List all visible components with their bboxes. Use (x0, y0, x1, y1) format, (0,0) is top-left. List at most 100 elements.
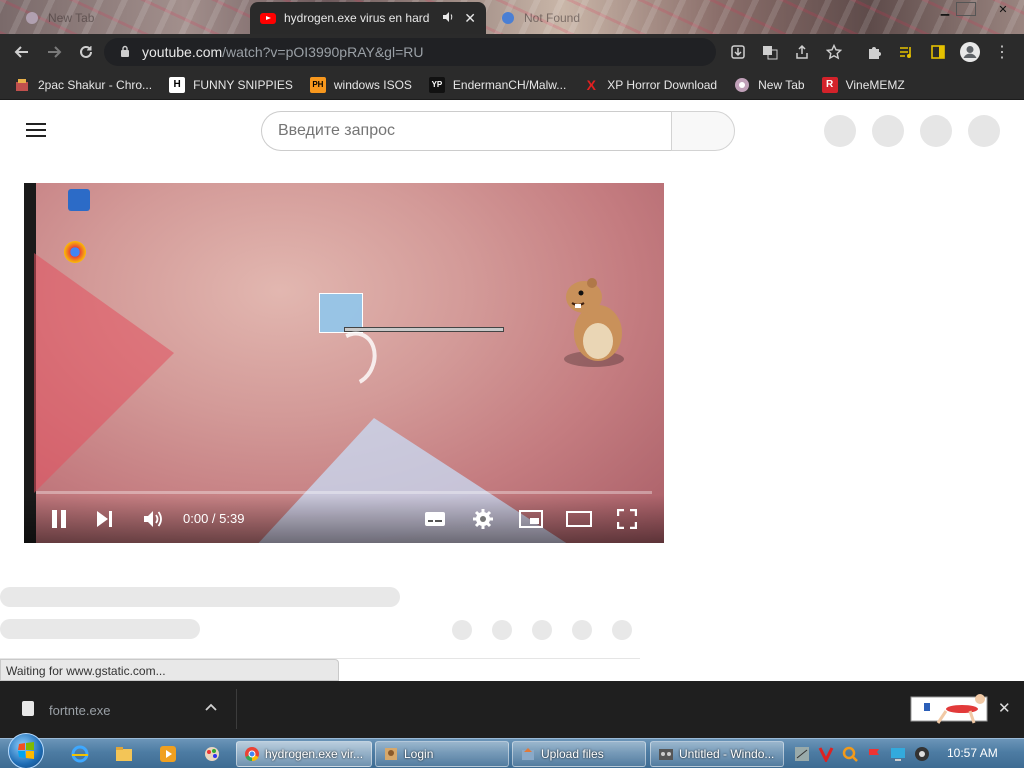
side-panel-icon[interactable] (926, 40, 950, 64)
taskbar-item-movie-maker[interactable]: Untitled - Windo... (650, 741, 784, 767)
download-shelf: fortnte.exe ✕ (0, 681, 1024, 738)
bookmark-item[interactable]: X XP Horror Download (583, 76, 718, 93)
bookmark-item[interactable]: R VineMEMZ (821, 76, 905, 93)
tab-title: Not Found (524, 11, 581, 25)
bookmark-item[interactable]: 2pac Shakur - Chro... (14, 77, 152, 93)
video-time: 0:00 / 5:39 (183, 511, 245, 526)
taskbar-item-upload[interactable]: Upload files (512, 741, 646, 767)
bookmark-item[interactable]: H FUNNY SNIPPIES (169, 76, 293, 93)
start-button[interactable] (8, 733, 44, 768)
folder-icon[interactable] (114, 744, 134, 764)
theater-mode-icon[interactable] (566, 507, 592, 531)
volume-icon[interactable] (140, 507, 166, 531)
hamburger-menu-icon[interactable] (26, 123, 46, 137)
taskbar-item-label: Upload files (541, 747, 604, 761)
lock-icon[interactable] (120, 45, 130, 58)
speaker-icon[interactable] (442, 11, 454, 26)
media-player-icon[interactable] (158, 744, 178, 764)
status-bar: Waiting for www.gstatic.com... (0, 659, 339, 681)
bookmark-label: XP Horror Download (607, 77, 718, 92)
bookmark-label: FUNNY SNIPPIES (193, 77, 293, 92)
header-placeholder-icon[interactable] (920, 115, 952, 147)
bm-2pac-icon (14, 77, 30, 93)
paint-icon[interactable] (202, 744, 222, 764)
bookmark-item[interactable]: YP EndermanCH/Malw... (428, 76, 566, 93)
taskbar-item-login[interactable]: Login (375, 741, 509, 767)
media-control-icon[interactable] (894, 40, 918, 64)
install-app-icon[interactable] (726, 40, 750, 64)
url-path: /watch?v=pOI3990pRAY&gl=RU (222, 44, 424, 60)
restore-icon[interactable] (956, 2, 976, 16)
tab-strip: New Tab hydrogen.exe virus en hard ✕ Not… (0, 0, 1024, 34)
tab-title: hydrogen.exe virus en hard (284, 11, 430, 25)
tab-close-icon[interactable]: ✕ (464, 10, 476, 27)
divider (236, 689, 237, 729)
globe-icon (734, 77, 750, 93)
reload-icon[interactable] (74, 40, 98, 64)
translate-icon[interactable] (758, 40, 782, 64)
x-icon: X (586, 76, 596, 93)
header-placeholder-icon[interactable] (968, 115, 1000, 147)
tray-v-icon[interactable] (818, 746, 834, 762)
address-bar[interactable]: youtube.com/watch?v=pOI3990pRAY&gl=RU (104, 38, 716, 66)
bookmark-label: VineMEMZ (845, 77, 905, 92)
internet-explorer-icon[interactable] (70, 744, 90, 764)
url-text[interactable]: youtube.com/watch?v=pOI3990pRAY&gl=RU (142, 44, 423, 60)
pause-icon[interactable] (46, 507, 72, 531)
taskbar-clock[interactable]: 10:57 AM (947, 746, 998, 760)
system-tray: 10:57 AM (790, 739, 1024, 768)
taskbar-item-chrome[interactable]: hydrogen.exe vir... (236, 741, 372, 767)
video-progress-dialog (344, 327, 504, 332)
windows-taskbar: hydrogen.exe vir... Login Upload files U… (0, 733, 1024, 768)
subtitles-icon[interactable] (422, 507, 448, 531)
video-player[interactable]: 0:00 / 5:39 (24, 183, 664, 543)
back-icon[interactable] (10, 40, 34, 64)
chrome-icon (245, 747, 259, 762)
channel-placeholder (0, 619, 200, 639)
youtube-page: 0:00 / 5:39 (0, 101, 1024, 681)
minimize-icon[interactable]: ▁ (934, 0, 956, 18)
player-controls: 0:00 / 5:39 (24, 495, 664, 543)
tab-new-tab[interactable]: New Tab (14, 2, 246, 34)
desktop-chrome-icon (64, 241, 86, 263)
desktop-recycle-icon (68, 189, 90, 211)
action-placeholder-icon (572, 620, 592, 640)
tab-not-found[interactable]: Not Found (490, 2, 690, 34)
tray-monitor-icon[interactable] (890, 746, 906, 762)
tab-favicon-icon (24, 10, 40, 26)
tray-flag-icon[interactable] (866, 746, 882, 762)
tab-youtube-video[interactable]: hydrogen.exe virus en hard ✕ (250, 2, 486, 34)
next-video-icon[interactable] (92, 507, 118, 531)
tray-search-icon[interactable] (842, 746, 858, 762)
bookmark-item[interactable]: PH windows ISOS (309, 76, 412, 93)
bookmark-star-icon[interactable] (822, 40, 846, 64)
extensions-icon[interactable] (862, 40, 886, 64)
header-placeholder-icon[interactable] (872, 115, 904, 147)
search-input[interactable] (261, 111, 671, 151)
bookmarks-bar: 2pac Shakur - Chro... H FUNNY SNIPPIES P… (0, 70, 1024, 100)
desktop-mascot-icon[interactable] (910, 691, 988, 725)
header-placeholder-icon[interactable] (824, 115, 856, 147)
bookmark-label: windows ISOS (333, 77, 412, 92)
menu-kebab-icon[interactable]: ⋮ (990, 40, 1014, 64)
action-placeholder-icon (452, 620, 472, 640)
close-shelf-icon[interactable]: ✕ (998, 699, 1011, 717)
profile-avatar-icon[interactable] (958, 40, 982, 64)
yp-icon: YP (428, 76, 445, 93)
miniplayer-icon[interactable] (518, 507, 544, 531)
window-close-icon[interactable]: ✕ (986, 0, 1020, 18)
chevron-up-icon[interactable] (205, 701, 219, 715)
wallpaper-shape (34, 253, 174, 493)
forward-icon[interactable] (42, 40, 66, 64)
search-button[interactable] (671, 111, 735, 151)
download-file-name: fortnte.exe (49, 703, 111, 718)
tray-disc-icon[interactable] (914, 746, 930, 762)
settings-gear-icon[interactable] (470, 507, 496, 531)
browser-toolbar: youtube.com/watch?v=pOI3990pRAY&gl=RU ⋮ (0, 34, 1024, 70)
ph-icon: PH (309, 76, 326, 93)
share-icon[interactable] (790, 40, 814, 64)
video-progress-bar[interactable] (36, 491, 652, 494)
bookmark-item[interactable]: New Tab (734, 77, 805, 93)
fullscreen-icon[interactable] (614, 507, 640, 531)
tray-network-icon[interactable] (794, 746, 810, 762)
